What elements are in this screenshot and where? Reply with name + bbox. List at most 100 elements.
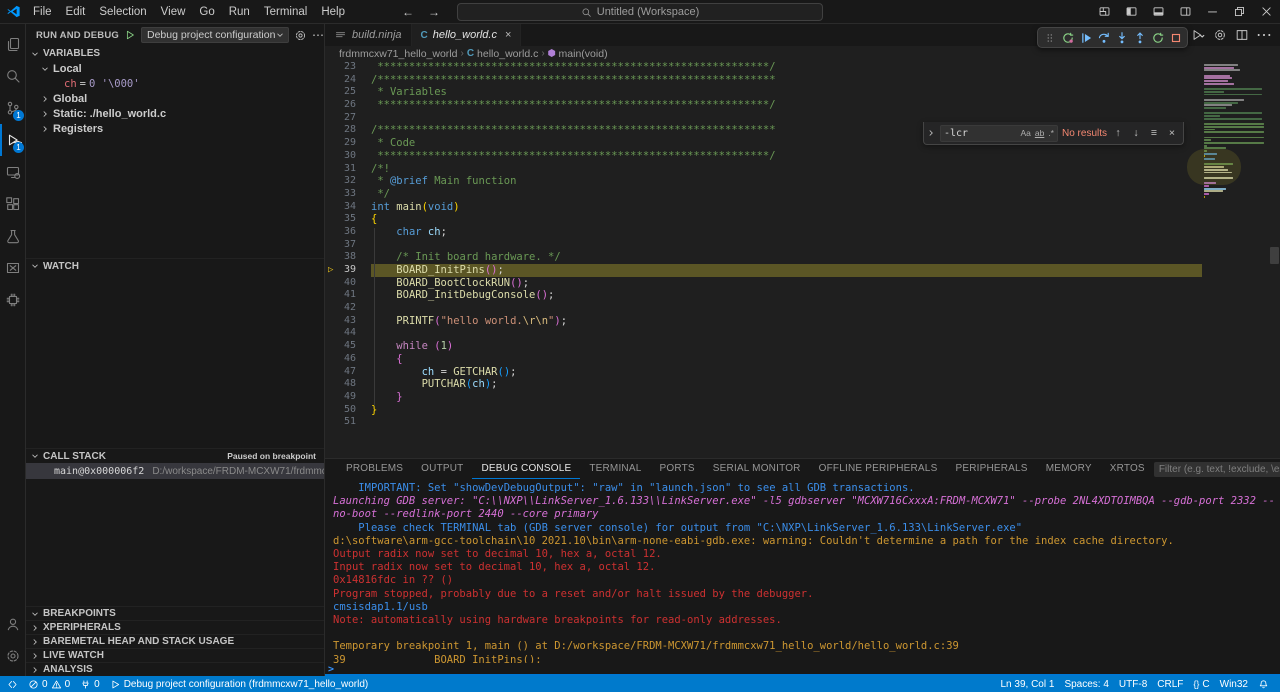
- variables-scope-static[interactable]: Static: ./hello_world.c: [26, 106, 324, 121]
- activity-item-accounts[interactable]: [0, 608, 25, 640]
- status-encoding[interactable]: UTF-8: [1114, 676, 1152, 692]
- close-icon[interactable]: [1253, 0, 1280, 24]
- activity-item-run-and-debug[interactable]: 1: [0, 124, 25, 156]
- tab-hello_world-c[interactable]: Chello_world.c×: [412, 24, 522, 46]
- status-platform[interactable]: Win32: [1215, 676, 1253, 692]
- activity-item-search[interactable]: [0, 60, 25, 92]
- status-remote-indicator[interactable]: [2, 676, 23, 692]
- code-line-25[interactable]: 25 * Variables: [325, 86, 1280, 99]
- section-analysis[interactable]: ANALYSIS: [26, 662, 324, 676]
- panel-tab-serial-monitor[interactable]: SERIAL MONITOR: [704, 459, 810, 479]
- code-line-44[interactable]: 44: [325, 327, 1280, 340]
- code-line-30[interactable]: 30 *************************************…: [325, 150, 1280, 163]
- section-baremetal-heap-and-stack-usage[interactable]: BAREMETAL HEAP AND STACK USAGE: [26, 634, 324, 648]
- variables-section[interactable]: VARIABLESLocalch = 0 '\000'GlobalStatic:…: [26, 46, 324, 258]
- minimap[interactable]: [1204, 64, 1266, 201]
- status-debug-configuration[interactable]: Debug project configuration (frdmmcxw71_…: [105, 676, 374, 692]
- code-line-26[interactable]: 26 *************************************…: [325, 99, 1280, 112]
- panel-filter-input[interactable]: Filter (e.g. text, !exclude, \escape): [1154, 462, 1280, 477]
- menu-selection[interactable]: Selection: [92, 0, 153, 24]
- activity-item-nxp-tools[interactable]: [0, 252, 25, 284]
- watch-section[interactable]: WATCH: [26, 258, 324, 448]
- menu-edit[interactable]: Edit: [59, 0, 93, 24]
- status-notifications[interactable]: [1253, 676, 1274, 692]
- activity-item-remote-explorer[interactable]: [0, 156, 25, 188]
- call-stack-section[interactable]: CALL STACKPaused on breakpointmain@0x000…: [26, 448, 324, 606]
- panel-tab-terminal[interactable]: TERMINAL: [580, 459, 650, 479]
- code-line-41[interactable]: 41 BOARD_InitDebugConsole();: [325, 289, 1280, 302]
- restore-icon[interactable]: [1226, 0, 1253, 24]
- panel-tab-xrtos[interactable]: XRTOS: [1101, 459, 1154, 479]
- debug-configuration-dropdown[interactable]: Debug project configuration (frdmm: [141, 27, 289, 43]
- whole-word-icon[interactable]: ab: [1035, 128, 1044, 138]
- section-xperipherals[interactable]: XPERIPHERALS: [26, 620, 324, 634]
- variables-scope-registers[interactable]: Registers: [26, 121, 324, 136]
- status-ports[interactable]: 0: [75, 676, 105, 692]
- panel-tab-offline-peripherals[interactable]: OFFLINE PERIPHERALS: [810, 459, 947, 479]
- code-line-42[interactable]: 42: [325, 302, 1280, 315]
- menu-go[interactable]: Go: [192, 0, 221, 24]
- step-out-button[interactable]: [1131, 29, 1148, 46]
- menu-file[interactable]: File: [26, 0, 59, 24]
- reset-button[interactable]: [1059, 29, 1076, 46]
- section-live-watch[interactable]: LIVE WATCH: [26, 648, 324, 662]
- code-line-39[interactable]: ▷39 BOARD_InitPins();: [325, 264, 1280, 277]
- debug-console-output[interactable]: IMPORTANT: Set "showDevDebugOutput": "ra…: [325, 479, 1280, 663]
- activity-item-manage[interactable]: [0, 640, 25, 672]
- toggle-sidebar-icon[interactable]: [1118, 0, 1145, 24]
- code-line-45[interactable]: 45 while (1): [325, 340, 1280, 353]
- menu-help[interactable]: Help: [314, 0, 352, 24]
- code-line-24[interactable]: 24/*************************************…: [325, 74, 1280, 87]
- code-line-46[interactable]: 46 {: [325, 353, 1280, 366]
- panel-tab-debug-console[interactable]: DEBUG CONSOLE: [472, 459, 580, 479]
- panel-tab-output[interactable]: OUTPUT: [412, 459, 472, 479]
- status-indentation[interactable]: Spaces: 4: [1059, 676, 1113, 692]
- nav-forward-icon[interactable]: →: [428, 5, 440, 19]
- menu-terminal[interactable]: Terminal: [257, 0, 314, 24]
- debug-run-icon[interactable]: [1188, 28, 1208, 42]
- code-line-37[interactable]: 37: [325, 239, 1280, 252]
- breadcrumb[interactable]: frdmmcxw71_hello_world›Chello_world.c›⬢m…: [325, 46, 1280, 61]
- menu-view[interactable]: View: [154, 0, 193, 24]
- panel-tab-problems[interactable]: PROBLEMS: [337, 459, 412, 479]
- find-input[interactable]: -lcr Aa ab .*: [940, 125, 1058, 142]
- code-line-36[interactable]: 36 char ch;: [325, 226, 1280, 239]
- status-language-mode[interactable]: {}C: [1188, 676, 1214, 692]
- code-line-48[interactable]: 48 PUTCHAR(ch);: [325, 378, 1280, 391]
- step-over-button[interactable]: [1095, 29, 1112, 46]
- panel-tab-peripherals[interactable]: PERIPHERALS: [946, 459, 1036, 479]
- code-line-40[interactable]: 40 BOARD_BootClockRUN();: [325, 277, 1280, 290]
- more-actions-icon[interactable]: ⋯: [312, 28, 324, 42]
- code-line-35[interactable]: 35{: [325, 213, 1280, 226]
- previous-match-icon[interactable]: ↑: [1111, 127, 1125, 139]
- debug-settings-gear-icon[interactable]: [294, 29, 307, 42]
- close-find-icon[interactable]: ×: [1165, 127, 1179, 139]
- code-line-43[interactable]: 43 PRINTF("hello world.\r\n");: [325, 315, 1280, 328]
- gear-icon[interactable]: [1210, 28, 1230, 42]
- split-editor-icon[interactable]: [1232, 28, 1252, 42]
- activity-item-mcu-peripherals[interactable]: [0, 284, 25, 316]
- watch-header[interactable]: WATCH: [26, 258, 324, 273]
- code-line-23[interactable]: 23 *************************************…: [325, 61, 1280, 74]
- nav-back-icon[interactable]: ←: [402, 5, 414, 19]
- restart-button[interactable]: [1149, 29, 1166, 46]
- code-line-50[interactable]: 50}: [325, 404, 1280, 417]
- toggle-panel-icon[interactable]: [1145, 0, 1172, 24]
- status-problems[interactable]: 00: [23, 676, 75, 692]
- stop-button[interactable]: [1167, 29, 1184, 46]
- regex-icon[interactable]: .*: [1048, 128, 1054, 138]
- customize-layout-icon[interactable]: [1091, 0, 1118, 24]
- code-editor[interactable]: 23 *************************************…: [325, 61, 1280, 458]
- stack-frame-main[interactable]: main@0x000006f2D:/workspace/FRDM-MCXW71/…: [26, 463, 324, 479]
- activity-item-extensions[interactable]: [0, 188, 25, 220]
- activity-item-source-control[interactable]: 1: [0, 92, 25, 124]
- code-line-31[interactable]: 31/*!: [325, 163, 1280, 176]
- minimize-icon[interactable]: [1199, 0, 1226, 24]
- step-into-button[interactable]: [1113, 29, 1130, 46]
- section-breakpoints[interactable]: BREAKPOINTS: [26, 606, 324, 620]
- variables-header[interactable]: VARIABLES: [26, 46, 324, 61]
- call-stack-header[interactable]: CALL STACKPaused on breakpoint: [26, 448, 324, 463]
- toggle-secondary-sidebar-icon[interactable]: [1172, 0, 1199, 24]
- next-match-icon[interactable]: ↓: [1129, 127, 1143, 139]
- variables-scope-global[interactable]: Global: [26, 91, 324, 106]
